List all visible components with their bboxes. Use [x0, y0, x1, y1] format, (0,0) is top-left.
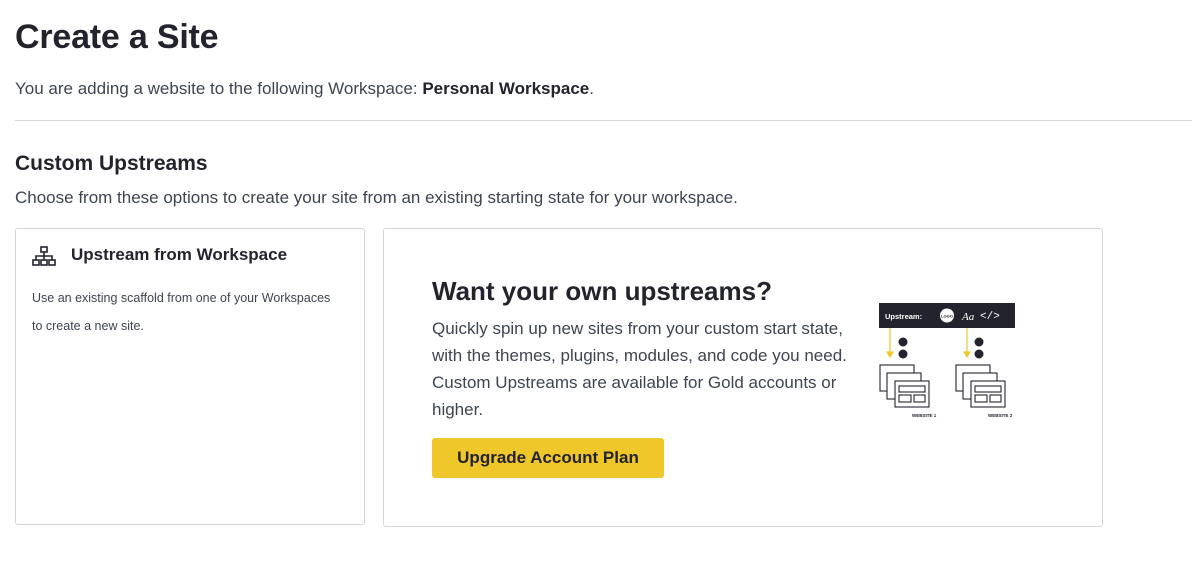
promo-body: Quickly spin up new sites from your cust… [432, 319, 847, 419]
illustration-code-text: </> [980, 311, 1000, 323]
illustration-site2-label: WEBSITE 2 [988, 413, 1013, 418]
workspace-name: Personal Workspace [422, 79, 590, 98]
card-description: Use an existing scaffold from one of you… [32, 291, 331, 333]
workspace-intro: You are adding a website to the followin… [15, 79, 594, 99]
illustration-font-text: Aa [961, 311, 975, 323]
illustration-bar-label: Upstream: [885, 312, 922, 321]
page-title: Create a Site [15, 18, 219, 56]
intro-text: You are adding a website to the followin… [15, 79, 423, 98]
upgrade-account-plan-button[interactable]: Upgrade Account Plan [432, 438, 664, 478]
create-site-page: Create a Site You are adding a website t… [0, 0, 1192, 583]
divider [15, 120, 1192, 121]
sitemap-icon [32, 246, 56, 266]
intro-suffix: . [589, 79, 594, 98]
upgrade-promo-card: Want your own upstreams? Quickly spin up… [383, 228, 1103, 527]
upstream-from-workspace-card[interactable]: Upstream from Workspace Use an existing … [15, 228, 365, 525]
section-title: Custom Upstreams [15, 152, 208, 175]
promo-title: Want your own upstreams? [432, 276, 772, 306]
card-title: Upstream from Workspace [71, 245, 288, 264]
section-description: Choose from these options to create your… [15, 188, 738, 207]
illustration-site1-label: WEBSITE 1 [912, 413, 937, 418]
upstream-illustration: Upstream: LOGO Aa </> WEBSITE 1 WEBSITE … [879, 303, 1015, 418]
illustration-logo-text: LOGO [941, 314, 953, 319]
